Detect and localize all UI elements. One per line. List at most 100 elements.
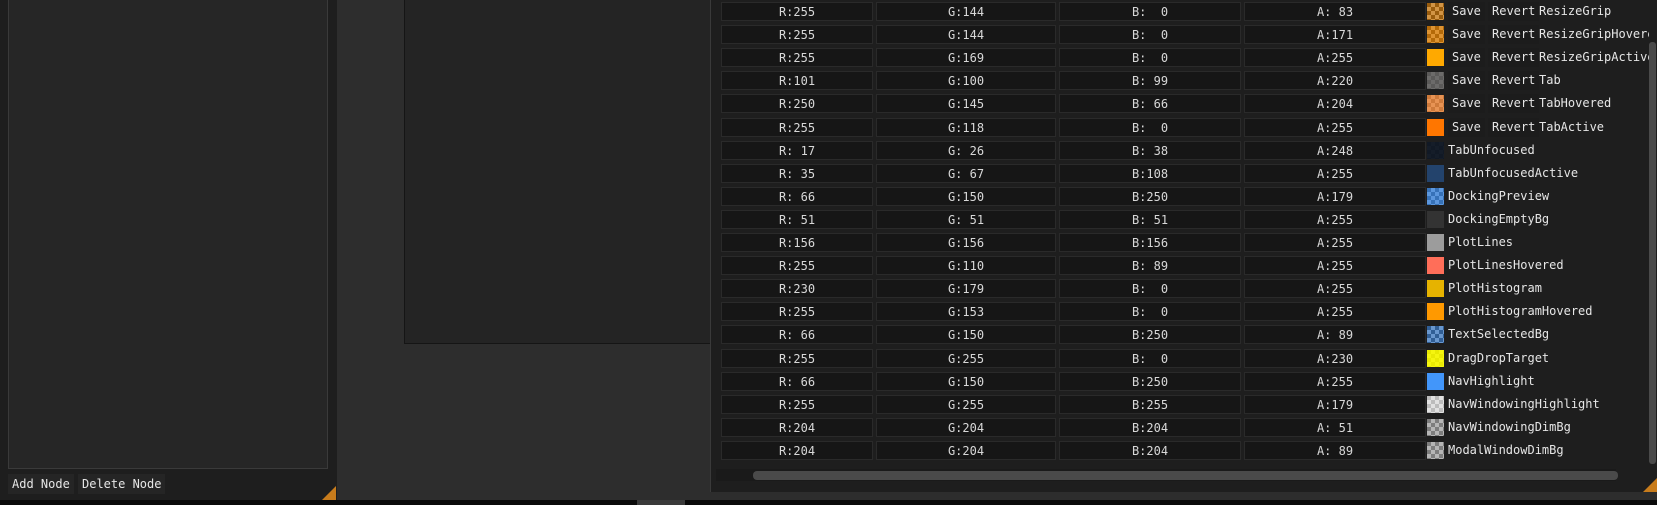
save-button[interactable]: Save: [1448, 94, 1485, 114]
blue-channel-field[interactable]: B: 51: [1059, 209, 1241, 229]
color-swatch[interactable]: [1427, 3, 1444, 20]
green-channel-field[interactable]: G:150: [876, 371, 1056, 391]
red-channel-field[interactable]: R:250: [721, 94, 873, 114]
alpha-channel-field[interactable]: A:248: [1244, 140, 1426, 160]
color-swatch[interactable]: [1427, 441, 1444, 459]
green-channel-field[interactable]: G:153: [876, 302, 1056, 322]
alpha-channel-field[interactable]: A:255: [1244, 209, 1426, 229]
green-channel-field[interactable]: G: 67: [876, 163, 1056, 183]
blue-channel-field[interactable]: B:255: [1059, 394, 1241, 414]
blue-channel-field[interactable]: B: 38: [1059, 140, 1241, 160]
alpha-channel-field[interactable]: A:255: [1244, 48, 1426, 68]
red-channel-field[interactable]: R:204: [721, 440, 873, 460]
color-swatch[interactable]: [1427, 26, 1444, 44]
blue-channel-field[interactable]: B: 99: [1059, 71, 1241, 91]
save-button[interactable]: Save: [1448, 117, 1485, 137]
revert-button[interactable]: Revert: [1488, 25, 1540, 45]
green-channel-field[interactable]: G:144: [876, 2, 1056, 21]
alpha-channel-field[interactable]: A: 89: [1244, 440, 1426, 460]
green-channel-field[interactable]: G:156: [876, 233, 1056, 252]
red-channel-field[interactable]: R:255: [721, 302, 873, 322]
green-channel-field[interactable]: G:150: [876, 186, 1056, 206]
red-channel-field[interactable]: R:255: [721, 2, 873, 21]
green-channel-field[interactable]: G:150: [876, 325, 1056, 345]
red-channel-field[interactable]: R: 66: [721, 186, 873, 206]
save-button[interactable]: Save: [1448, 2, 1485, 21]
color-swatch[interactable]: [1427, 210, 1444, 228]
red-channel-field[interactable]: R:156: [721, 233, 873, 252]
red-channel-field[interactable]: R: 35: [721, 163, 873, 183]
alpha-channel-field[interactable]: A:179: [1244, 186, 1426, 206]
color-swatch[interactable]: [1427, 326, 1444, 344]
alpha-channel-field[interactable]: A:171: [1244, 25, 1426, 45]
red-channel-field[interactable]: R: 66: [721, 371, 873, 391]
color-swatch[interactable]: [1427, 141, 1444, 159]
color-swatch[interactable]: [1427, 280, 1444, 298]
green-channel-field[interactable]: G:144: [876, 25, 1056, 45]
red-channel-field[interactable]: R:230: [721, 279, 873, 299]
alpha-channel-field[interactable]: A:255: [1244, 279, 1426, 299]
resize-grip-icon[interactable]: [322, 486, 336, 500]
color-swatch[interactable]: [1427, 349, 1444, 367]
green-channel-field[interactable]: G:255: [876, 394, 1056, 414]
add-node-button[interactable]: Add Node: [8, 474, 74, 494]
blue-channel-field[interactable]: B: 0: [1059, 48, 1241, 68]
alpha-channel-field[interactable]: A: 83: [1244, 2, 1426, 21]
blue-channel-field[interactable]: B:250: [1059, 325, 1241, 345]
green-channel-field[interactable]: G:145: [876, 94, 1056, 114]
save-button[interactable]: Save: [1448, 71, 1485, 91]
color-swatch[interactable]: [1427, 49, 1444, 67]
color-swatch[interactable]: [1427, 418, 1444, 436]
color-swatch[interactable]: [1427, 187, 1444, 205]
blue-channel-field[interactable]: B:204: [1059, 417, 1241, 437]
color-swatch[interactable]: [1427, 372, 1444, 390]
red-channel-field[interactable]: R:255: [721, 117, 873, 137]
alpha-channel-field[interactable]: A:255: [1244, 117, 1426, 137]
alpha-channel-field[interactable]: A:255: [1244, 233, 1426, 252]
red-channel-field[interactable]: R:255: [721, 256, 873, 276]
node-list[interactable]: [8, 0, 328, 469]
alpha-channel-field[interactable]: A: 51: [1244, 417, 1426, 437]
color-swatch[interactable]: [1427, 303, 1444, 321]
red-channel-field[interactable]: R:204: [721, 417, 873, 437]
red-channel-field[interactable]: R:101: [721, 71, 873, 91]
alpha-channel-field[interactable]: A:255: [1244, 371, 1426, 391]
color-swatch[interactable]: [1427, 257, 1444, 275]
horizontal-scrollbar-thumb[interactable]: [753, 471, 1618, 480]
blue-channel-field[interactable]: B: 0: [1059, 348, 1241, 368]
green-channel-field[interactable]: G:204: [876, 440, 1056, 460]
green-channel-field[interactable]: G:179: [876, 279, 1056, 299]
delete-node-button[interactable]: Delete Node: [78, 474, 166, 494]
color-swatch[interactable]: [1427, 395, 1444, 413]
blue-channel-field[interactable]: B: 66: [1059, 94, 1241, 114]
alpha-channel-field[interactable]: A:255: [1244, 256, 1426, 276]
green-channel-field[interactable]: G: 51: [876, 209, 1056, 229]
green-channel-field[interactable]: G: 26: [876, 140, 1056, 160]
green-channel-field[interactable]: G:204: [876, 417, 1056, 437]
taskbar-item[interactable]: [637, 500, 685, 505]
revert-button[interactable]: Revert: [1488, 71, 1540, 91]
green-channel-field[interactable]: G:169: [876, 48, 1056, 68]
blue-channel-field[interactable]: B: 0: [1059, 117, 1241, 137]
alpha-channel-field[interactable]: A: 89: [1244, 325, 1426, 345]
red-channel-field[interactable]: R:255: [721, 394, 873, 414]
save-button[interactable]: Save: [1448, 25, 1485, 45]
blue-channel-field[interactable]: B: 0: [1059, 279, 1241, 299]
alpha-channel-field[interactable]: A:230: [1244, 348, 1426, 368]
green-channel-field[interactable]: G:118: [876, 117, 1056, 137]
color-swatch[interactable]: [1427, 234, 1444, 251]
green-channel-field[interactable]: G:100: [876, 71, 1056, 91]
red-channel-field[interactable]: R:255: [721, 348, 873, 368]
alpha-channel-field[interactable]: A:179: [1244, 394, 1426, 414]
color-swatch[interactable]: [1427, 95, 1444, 113]
blue-channel-field[interactable]: B: 0: [1059, 2, 1241, 21]
color-swatch[interactable]: [1427, 164, 1444, 182]
color-swatch[interactable]: [1427, 72, 1444, 90]
blue-channel-field[interactable]: B: 0: [1059, 25, 1241, 45]
revert-button[interactable]: Revert: [1488, 117, 1540, 137]
blue-channel-field[interactable]: B:156: [1059, 233, 1241, 252]
green-channel-field[interactable]: G:255: [876, 348, 1056, 368]
revert-button[interactable]: Revert: [1488, 48, 1540, 68]
alpha-channel-field[interactable]: A:255: [1244, 302, 1426, 322]
blue-channel-field[interactable]: B:108: [1059, 163, 1241, 183]
